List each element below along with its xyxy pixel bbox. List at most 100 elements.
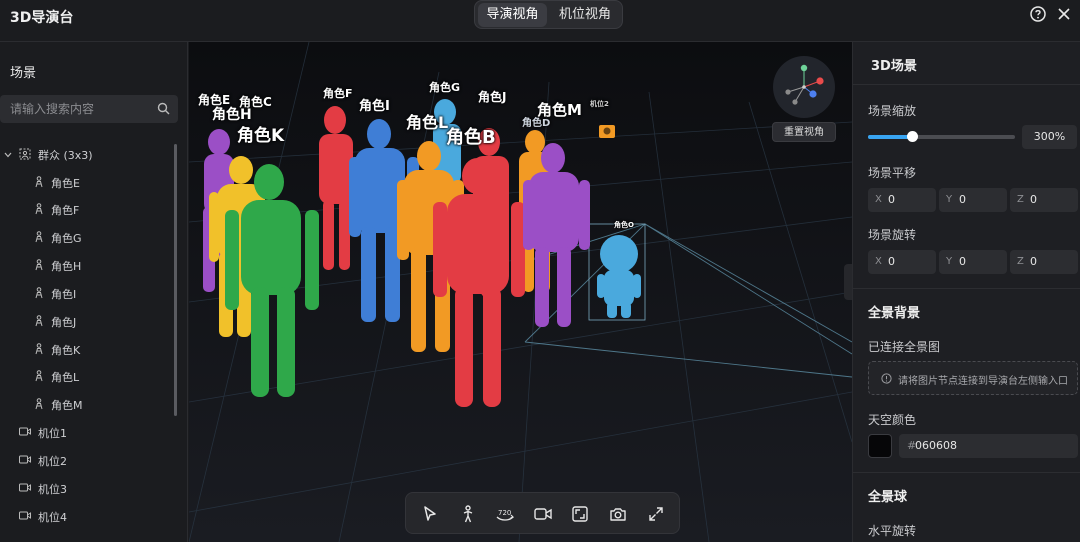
tree-label: 角色K xyxy=(51,344,81,357)
tree-item-character[interactable]: 角色E xyxy=(0,170,178,194)
sky-color-swatch[interactable] xyxy=(868,434,892,458)
video-camera-icon[interactable] xyxy=(533,504,553,524)
tree-group-crowd[interactable]: 群众 (3x3) xyxy=(0,142,178,166)
tree-label: 角色G xyxy=(51,232,82,245)
sky-color-input[interactable]: #060608 xyxy=(899,434,1078,458)
tab-director-view[interactable]: 导演视角 xyxy=(478,3,547,27)
translate-z-field[interactable]: Z0 xyxy=(1010,188,1078,212)
tree-label: 机位3 xyxy=(38,483,67,496)
tree-label: 角色I xyxy=(51,288,77,301)
field-value: 0 xyxy=(959,193,966,206)
rotate-x-field[interactable]: X0 xyxy=(868,250,936,274)
field-value: 0 xyxy=(1030,255,1037,268)
pointer-icon[interactable] xyxy=(420,504,440,524)
tree-label: 角色F xyxy=(51,204,80,217)
panel-title: 3D场景 xyxy=(871,59,917,74)
help-icon[interactable] xyxy=(1029,5,1047,23)
tree-label: 机位4 xyxy=(38,511,67,524)
viewport-toolbar: 720 xyxy=(405,492,680,534)
tree-item-character[interactable]: 角色J xyxy=(0,309,178,333)
search-input[interactable] xyxy=(10,100,150,118)
info-icon xyxy=(881,373,892,384)
translate-label: 场景平移 xyxy=(868,166,917,180)
drop-zone-hint: 请将图片节点连接到导演台左侧输入口 xyxy=(898,376,1068,387)
fullscreen-icon[interactable] xyxy=(646,504,666,524)
camera-icon xyxy=(19,511,31,520)
axis-label: Y xyxy=(946,256,953,267)
tree-item-camera[interactable]: 机位1 xyxy=(0,420,178,444)
tree-item-character[interactable]: 角色L xyxy=(0,364,178,388)
translate-x-field[interactable]: X0 xyxy=(868,188,936,212)
axis-label: X xyxy=(875,194,882,205)
tree-label: 角色J xyxy=(51,316,77,329)
screenshot-camera-icon[interactable] xyxy=(608,504,628,524)
translate-y-field[interactable]: Y0 xyxy=(939,188,1007,212)
title-bar: 3D导演台 导演视角 机位视角 xyxy=(0,0,1080,42)
collapse-handle[interactable] xyxy=(844,264,852,300)
app-title: 3D导演台 xyxy=(10,10,74,26)
zoom-slider[interactable] xyxy=(868,135,1015,139)
axis-label: Y xyxy=(946,194,953,205)
tree-item-character[interactable]: 角色M xyxy=(0,392,178,416)
tree-label: 群众 (3x3) xyxy=(38,149,93,162)
zoom-slider-handle[interactable] xyxy=(907,131,918,142)
person-pose-icon[interactable] xyxy=(458,504,478,524)
frame-icon[interactable] xyxy=(570,504,590,524)
tree-item-camera[interactable]: 机位3 xyxy=(0,476,178,500)
3d-viewport[interactable]: 角色E 角色C 角色H 角色K 角色F 角色I 角色G 角色J 角色L 角色B … xyxy=(189,42,852,542)
orientation-gizmo[interactable] xyxy=(773,56,835,118)
camera-icon xyxy=(19,455,31,464)
tree-scrollbar[interactable] xyxy=(174,144,177,416)
label-character-j: 角色J xyxy=(478,90,507,104)
label-character-d: 角色D xyxy=(522,118,551,129)
person-icon xyxy=(35,343,43,355)
tree-item-character[interactable]: 角色G xyxy=(0,225,178,249)
scene-tree-panel: 场景 群众 (3x3) 角色E 角色F xyxy=(0,42,188,542)
tree-item-camera[interactable]: 机位4 xyxy=(0,504,178,528)
field-value: 0 xyxy=(888,255,895,268)
sky-color-label: 天空颜色 xyxy=(868,413,917,427)
tree-label: 机位2 xyxy=(38,455,67,468)
360-view-icon[interactable]: 720 xyxy=(495,504,515,524)
label-character-k: 角色K xyxy=(237,126,285,146)
zoom-slider-fill xyxy=(868,135,912,139)
axis-label: X xyxy=(875,256,882,267)
label-character-l: 角色L xyxy=(406,113,449,132)
label-character-o: 角色O xyxy=(614,221,634,229)
axis-gizmo-icon xyxy=(785,64,824,105)
person-icon xyxy=(35,259,43,271)
panorama-section-title: 全景背景 xyxy=(868,306,921,321)
view-switch: 导演视角 机位视角 xyxy=(474,0,623,29)
tree-item-character[interactable]: 角色I xyxy=(0,281,178,305)
svg-text:720: 720 xyxy=(498,509,511,517)
tree-item-character[interactable]: 角色F xyxy=(0,197,178,221)
chevron-down-icon[interactable] xyxy=(4,151,12,159)
search-box xyxy=(0,95,178,123)
camera-icon xyxy=(19,427,31,436)
tree-label: 机位1 xyxy=(38,427,67,440)
zoom-value-field[interactable]: 300% xyxy=(1022,125,1077,149)
search-icon[interactable] xyxy=(157,102,170,115)
tree-label: 角色H xyxy=(51,260,82,273)
rotate-y-field[interactable]: Y0 xyxy=(939,250,1007,274)
panorama-status: 已连接全景图 xyxy=(868,340,941,354)
panel-heading: 场景 xyxy=(10,66,37,81)
divider xyxy=(853,288,1080,289)
group-icon xyxy=(19,148,31,160)
tree-item-character[interactable]: 角色H xyxy=(0,253,178,277)
person-icon xyxy=(35,315,43,327)
camera2-marker xyxy=(599,125,615,138)
scene-render xyxy=(189,42,852,542)
tree-item-camera[interactable]: 机位2 xyxy=(0,448,178,472)
tree-item-character[interactable]: 角色K xyxy=(0,337,178,361)
rotate-z-field[interactable]: Z0 xyxy=(1010,250,1078,274)
sphere-section-title: 全景球 xyxy=(868,490,908,505)
tab-camera-view[interactable]: 机位视角 xyxy=(550,3,620,27)
close-icon[interactable] xyxy=(1055,5,1073,23)
label-character-b: 角色B xyxy=(446,127,496,148)
field-value: 0 xyxy=(1030,193,1037,206)
reset-view-button[interactable]: 重置视角 xyxy=(772,122,836,142)
field-value: 0 xyxy=(888,193,895,206)
panorama-drop-zone[interactable]: 请将图片节点连接到导演台左侧输入口 xyxy=(868,361,1078,395)
camera-icon xyxy=(19,483,31,492)
